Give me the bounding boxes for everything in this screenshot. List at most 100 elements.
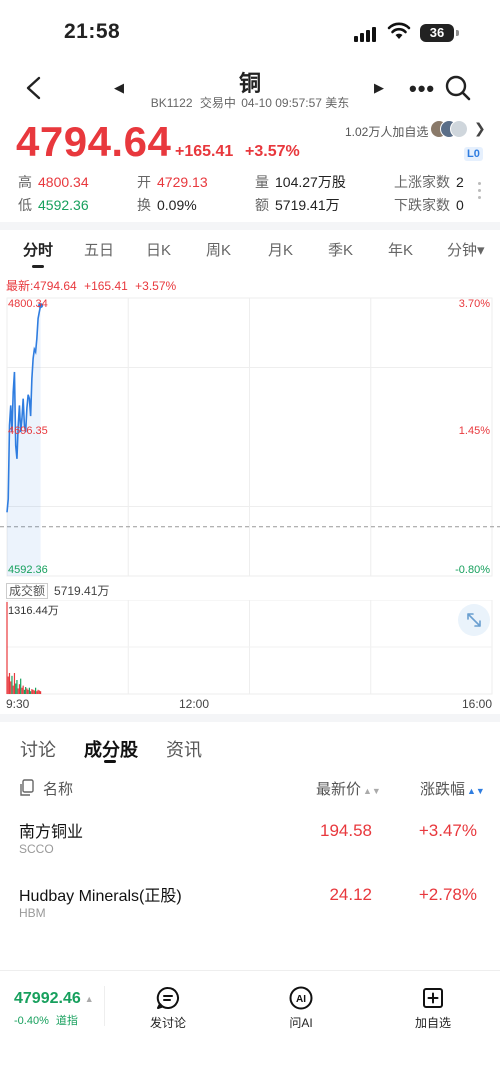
volume-bar	[28, 687, 30, 694]
tab-intraday[interactable]: 分时	[23, 239, 53, 260]
search-icon[interactable]	[444, 74, 472, 102]
col-name-header: 名称	[43, 781, 74, 798]
index-name: 道指	[55, 1015, 78, 1027]
back-icon[interactable]	[22, 74, 46, 102]
col-change-header[interactable]: 涨跌幅 ▲▼	[420, 778, 485, 799]
volume-title: 成交额 5719.41万	[6, 582, 109, 599]
stat-amount: 额 5719.41万	[255, 195, 340, 215]
battery-tip	[456, 30, 459, 36]
tab-weekly-k[interactable]: 周K	[206, 239, 231, 260]
col-price-label: 最新价	[316, 781, 362, 798]
volume-bar	[35, 687, 37, 694]
volume-bar	[33, 690, 35, 694]
signal-icon	[354, 26, 378, 42]
volume-bar	[11, 675, 13, 694]
tab-constituents[interactable]: 成分股	[84, 736, 138, 762]
tab-five-day[interactable]: 五日	[84, 239, 114, 260]
volume-bar	[39, 691, 42, 694]
row-code: HBM	[19, 906, 46, 920]
volume-bar	[10, 681, 12, 694]
stat-label: 高	[18, 174, 32, 190]
volume-bar	[13, 673, 16, 694]
stat-value: 0.09%	[157, 197, 197, 213]
status-time: 21:58	[64, 20, 121, 43]
tab-quarterly-k[interactable]: 季K	[328, 239, 353, 260]
intraday-chart[interactable]: 4800.34 4696.35 4592.36 3.70% 1.45% -0.8…	[0, 292, 500, 578]
stat-value: 4592.36	[38, 197, 89, 213]
volume-value: 5719.41万	[54, 584, 110, 598]
row-change: +3.47%	[418, 821, 477, 840]
stat-label: 低	[18, 197, 32, 213]
copy-icon[interactable]	[19, 779, 35, 797]
tab-daily-k[interactable]: 日K	[146, 239, 171, 260]
prev-item-icon[interactable]: ◀	[114, 80, 124, 96]
volume-bar	[30, 691, 32, 694]
stat-value: 4800.34	[38, 174, 89, 190]
pct-tick-bottom: -0.80%	[455, 564, 490, 576]
ask-ai-button[interactable]: AI 问AI	[266, 986, 336, 1031]
add-watchlist-label: 加自选	[414, 1016, 451, 1030]
index-change: -0.40% 道指	[14, 1012, 78, 1028]
latest-change: +165.41	[84, 279, 128, 293]
y-tick-bottom: 4592.36	[8, 564, 48, 576]
stat-label: 额	[255, 197, 269, 213]
y-tick-mid: 4696.35	[8, 425, 48, 437]
stat-turnover: 换 0.09%	[137, 195, 197, 215]
more-icon[interactable]: •••	[409, 76, 435, 102]
stat-label: 上涨家数	[394, 174, 450, 190]
row-price: 24.12	[329, 885, 372, 904]
battery-icon: 36	[420, 24, 454, 42]
volume-bar	[20, 678, 22, 694]
volume-bar	[6, 602, 8, 694]
row-name: 南方铜业	[19, 824, 84, 841]
tab-discussion[interactable]: 讨论	[20, 736, 56, 762]
avatar	[450, 120, 468, 138]
latest-price: 4794.64	[33, 279, 77, 293]
volume-bars	[6, 602, 42, 694]
price-grid	[0, 297, 500, 577]
stat-label: 量	[255, 174, 269, 190]
stat-high: 高 4800.34	[18, 172, 89, 192]
volume-bar	[22, 685, 24, 694]
add-watchlist-button[interactable]: 加自选	[398, 986, 468, 1031]
next-item-icon[interactable]: ▶	[374, 80, 384, 96]
volume-bar	[18, 684, 21, 694]
volume-bar	[21, 687, 23, 694]
quote-timestamp: 04-10 09:57:57 美东	[241, 96, 350, 110]
volume-bar	[15, 683, 17, 694]
post-discussion-label: 发讨论	[149, 1016, 186, 1030]
volume-label: 成交额	[6, 583, 49, 599]
trading-status: 交易中	[199, 96, 236, 110]
tab-monthly-k[interactable]: 月K	[268, 239, 293, 260]
followers-count[interactable]: 1.02万人加自选	[345, 123, 428, 140]
tab-news[interactable]: 资讯	[166, 736, 202, 762]
tab-minute[interactable]: 分钟▾	[447, 239, 485, 260]
volume-bar	[32, 689, 34, 694]
expand-stats-icon[interactable]	[478, 182, 482, 203]
volume-bar	[27, 689, 29, 694]
current-price: 4794.64	[16, 118, 172, 165]
pct-tick-top: 3.70%	[459, 298, 490, 310]
row-change: +2.78%	[418, 885, 477, 904]
time-end: 16:00	[462, 697, 493, 711]
table-row[interactable]: 南方铜业 SCCO 194.58 +3.47%	[0, 812, 500, 868]
col-price-header[interactable]: 最新价 ▲▼	[316, 778, 381, 799]
add-box-icon	[423, 988, 443, 1008]
post-discussion-button[interactable]: 发讨论	[133, 986, 203, 1031]
ai-icon: AI	[289, 986, 313, 1010]
table-row[interactable]: Hudbay Minerals(正股) HBM 24.12 +2.78%	[0, 876, 500, 932]
follower-avatars[interactable]	[430, 120, 470, 138]
stat-label: 换	[137, 197, 151, 213]
sort-icon: ▲▼	[363, 786, 381, 796]
fullscreen-icon[interactable]	[458, 604, 490, 636]
tab-yearly-k[interactable]: 年K	[388, 239, 413, 260]
stat-falling: 下跌家数 0	[394, 195, 464, 215]
volume-bar	[37, 689, 39, 694]
chevron-right-icon[interactable]: ❯	[474, 120, 486, 137]
stat-label: 下跌家数	[394, 197, 450, 213]
latest-pct: +3.57%	[135, 279, 177, 293]
level-badge[interactable]: L0	[464, 147, 483, 161]
volume-bar	[17, 688, 19, 694]
volume-bar	[8, 673, 11, 694]
volume-bar	[7, 676, 9, 694]
